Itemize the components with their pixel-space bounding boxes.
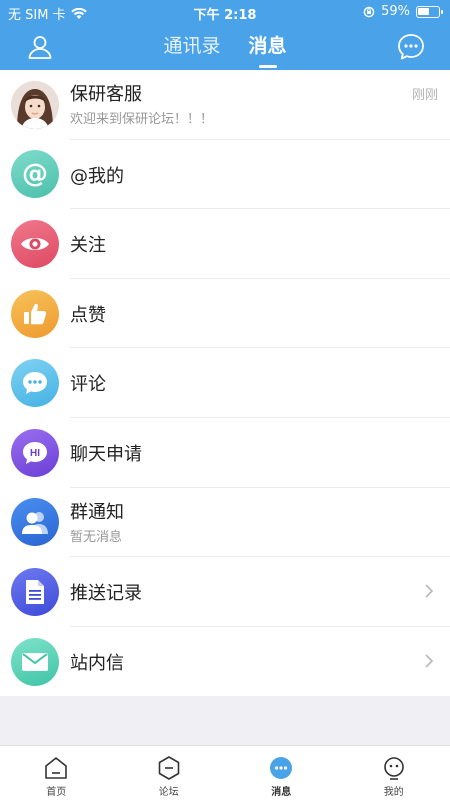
battery-percent: 59% (381, 4, 410, 19)
envelope-icon (11, 637, 59, 686)
tab-messages[interactable]: 消息 (249, 24, 287, 70)
list-item-title: 聊天申请 (70, 443, 142, 465)
list-item-title: 保研客服 (70, 84, 142, 105)
tabbar-label: 论坛 (158, 787, 179, 798)
group-icon (11, 498, 59, 547)
list-item-group-notices[interactable]: 群通知 暂无消息 (0, 488, 450, 558)
list-item-text: 保研客服 欢迎来到保研论坛！！！ 刚刚 (70, 70, 450, 140)
list-item-subtitle: 暂无消息 (70, 529, 123, 545)
svg-text:HI: HI (30, 448, 40, 459)
list-item-title: 评论 (70, 374, 106, 396)
list-item-inbox[interactable]: 站内信 (0, 627, 450, 697)
list-item-title: 点赞 (70, 304, 106, 326)
list-item-text: 群通知 暂无消息 (70, 488, 450, 558)
tab-contacts[interactable]: 通讯录 (163, 24, 220, 70)
list-item-text: @我的 (70, 140, 450, 210)
hi-chat-icon: HI (11, 428, 59, 477)
list-item-text: 点赞 (70, 279, 450, 349)
home-icon (45, 757, 68, 779)
list-item-comments[interactable]: 评论 (0, 348, 450, 418)
tabbar-label: 我的 (383, 787, 404, 798)
list-item-follow[interactable]: 关注 (0, 209, 450, 279)
list-item-text: 聊天申请 (70, 418, 450, 488)
avatar (11, 80, 59, 129)
list-item-text: 评论 (70, 348, 450, 418)
header-tabs: 通讯录 消息 (0, 24, 450, 70)
thumbs-up-icon (11, 289, 59, 338)
message-icon (270, 757, 293, 779)
tabbar-item-home[interactable]: 首页 (0, 746, 113, 800)
tabbar-label: 首页 (46, 787, 67, 798)
list-item-subtitle: 欢迎来到保研论坛！！！ (70, 112, 214, 127)
forum-hexagon-icon (158, 756, 180, 780)
list-item-chat-requests[interactable]: HI 聊天申请 (0, 418, 450, 488)
list-item-title: 站内信 (70, 652, 124, 674)
list-item-title: 推送记录 (70, 583, 142, 605)
battery-icon (416, 5, 443, 18)
list-item-likes[interactable]: 点赞 (0, 279, 450, 349)
tabbar-label: 消息 (271, 787, 292, 798)
list-item-text: 关注 (70, 209, 450, 279)
orientation-lock-icon (363, 6, 375, 17)
avatar-photo-icon (11, 80, 59, 129)
chat-bubble-icon[interactable] (396, 32, 426, 62)
comment-icon (11, 359, 59, 408)
list-item-push-history[interactable]: 推送记录 (0, 557, 450, 627)
message-list: 保研客服 欢迎来到保研论坛！！！ 刚刚 @ @我的 关注 点赞 评论 HI 聊天… (0, 70, 450, 697)
list-item-title: @我的 (70, 165, 124, 187)
chevron-right-icon (425, 584, 434, 598)
status-right: 59% (363, 4, 443, 19)
chevron-right-icon (425, 654, 434, 668)
at-icon: @ (11, 150, 59, 199)
top-nav-bar: 通讯录 消息 (0, 24, 450, 70)
document-icon (11, 567, 59, 616)
list-item-customer-service[interactable]: 保研客服 欢迎来到保研论坛！！！ 刚刚 (0, 70, 450, 140)
list-item-title: 关注 (70, 235, 106, 257)
list-item-mentions[interactable]: @ @我的 (0, 140, 450, 210)
bottom-tab-bar: 首页 论坛 消息 我的 (0, 745, 450, 800)
tabbar-item-forum[interactable]: 论坛 (113, 746, 226, 800)
profile-icon (383, 757, 404, 780)
list-item-text: 推送记录 (70, 557, 450, 627)
eye-icon (11, 219, 59, 268)
tabbar-item-messages[interactable]: 消息 (225, 746, 338, 800)
tabbar-item-me[interactable]: 我的 (338, 746, 450, 800)
list-item-text: 站内信 (70, 627, 450, 697)
list-item-title: 群通知 (70, 501, 124, 523)
status-bar: 无 SIM 卡 下午 2:18 59% (0, 0, 450, 24)
timestamp: 刚刚 (411, 88, 438, 103)
